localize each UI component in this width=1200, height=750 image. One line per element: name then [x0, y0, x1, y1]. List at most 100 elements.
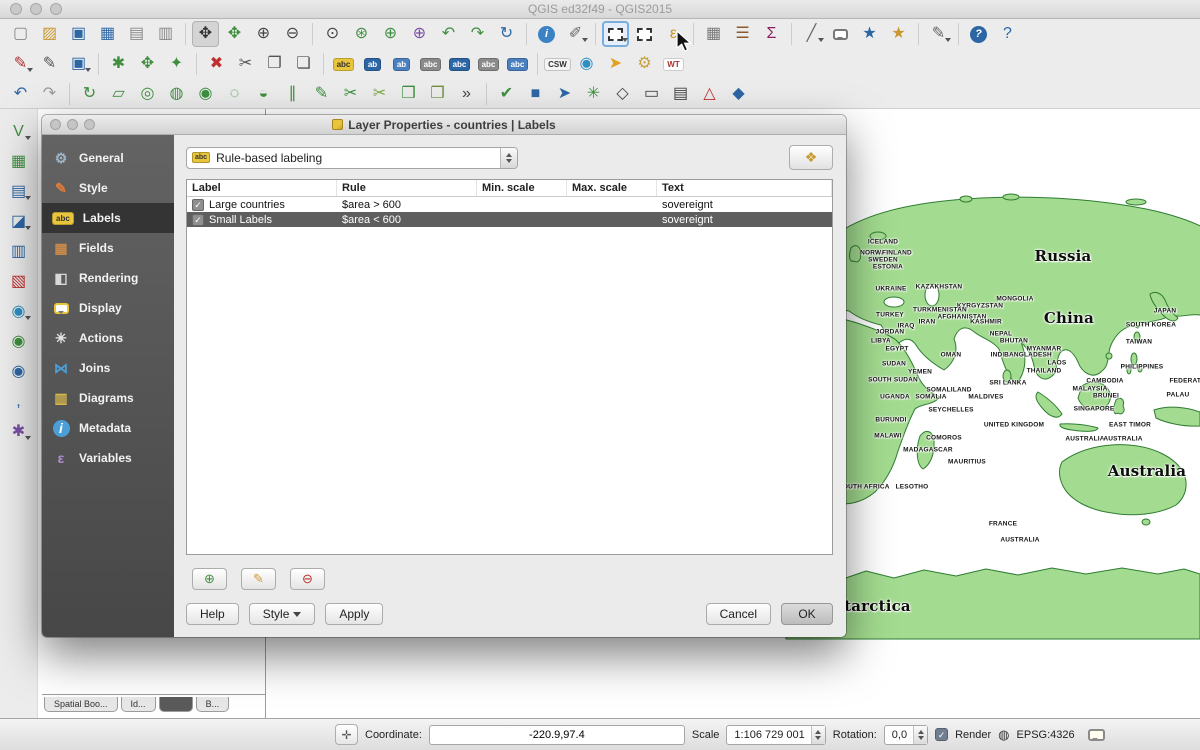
- add-vector-layer[interactable]: V: [5, 119, 32, 145]
- column-header[interactable]: Text: [657, 180, 832, 196]
- panel-tab-b[interactable]: B...: [196, 697, 230, 712]
- reshape-features[interactable]: ✎: [308, 81, 335, 107]
- zoom-full[interactable]: ⊛: [348, 21, 375, 47]
- close-button[interactable]: [10, 3, 22, 15]
- show-hide-labels[interactable]: ab: [388, 51, 415, 77]
- zoom-actual[interactable]: ⊙: [319, 21, 346, 47]
- field-calculator[interactable]: ☰: [729, 21, 756, 47]
- open-attribute-table[interactable]: ▦: [700, 21, 727, 47]
- offset-curve[interactable]: ∥: [279, 81, 306, 107]
- delete-ring[interactable]: ◌: [221, 81, 248, 107]
- ok-button[interactable]: OK: [781, 603, 833, 625]
- properties-tab-style[interactable]: ✎Style: [42, 173, 174, 203]
- apply-button[interactable]: Apply: [325, 603, 383, 625]
- properties-tab-rendering[interactable]: ◧Rendering: [42, 263, 174, 293]
- dialog-titlebar[interactable]: Layer Properties - countries | Labels: [42, 115, 846, 135]
- georeferencer[interactable]: ✳: [580, 81, 607, 107]
- undo[interactable]: ↶: [7, 81, 34, 107]
- split-parts[interactable]: ✂: [366, 81, 393, 107]
- rule-row[interactable]: ✓Small Labels$area < 600sovereignt: [187, 212, 832, 227]
- add-rule-button[interactable]: ⊕: [192, 568, 227, 590]
- dialog-close-button[interactable]: [50, 119, 61, 130]
- add-wfs-layer[interactable]: ◉: [5, 359, 32, 385]
- rectangle-lines-tool[interactable]: ▤: [667, 81, 694, 107]
- add-feature[interactable]: ✱: [105, 51, 132, 77]
- fill-ring[interactable]: ◉: [192, 81, 219, 107]
- rectangle-tool[interactable]: ▭: [638, 81, 665, 107]
- rotation-spinbox[interactable]: 0,0: [884, 725, 928, 745]
- minimize-button[interactable]: [30, 3, 42, 15]
- extent-toggle-button[interactable]: ✛: [335, 724, 358, 745]
- dialog-zoom-button[interactable]: [84, 119, 95, 130]
- new-print-composer[interactable]: ▤: [123, 21, 150, 47]
- paste-features[interactable]: ❏: [290, 51, 317, 77]
- zoom-button[interactable]: [50, 3, 62, 15]
- help-button[interactable]: Help: [186, 603, 239, 625]
- toolbar-overflow[interactable]: »: [453, 81, 480, 107]
- render-checkbox[interactable]: ✓: [935, 728, 948, 741]
- delete-selected[interactable]: ✖: [203, 51, 230, 77]
- properties-tab-variables[interactable]: εVariables: [42, 443, 174, 473]
- current-edits[interactable]: ✎: [7, 51, 34, 77]
- panel-tab-id[interactable]: Id...: [121, 697, 156, 712]
- add-postgis-layer[interactable]: ▤: [5, 179, 32, 205]
- topology-checker[interactable]: △: [696, 81, 723, 107]
- pin-labels[interactable]: ab: [359, 51, 386, 77]
- add-wcs-layer[interactable]: ◉: [5, 329, 32, 355]
- scale-combo[interactable]: 1:106 729 001: [726, 725, 825, 745]
- coordinate-input[interactable]: [429, 725, 685, 745]
- panel-tab-collapsed[interactable]: [159, 697, 193, 712]
- messages-icon[interactable]: [1088, 729, 1105, 741]
- select-features[interactable]: [602, 21, 629, 47]
- move-feature[interactable]: ✥: [134, 51, 161, 77]
- label-properties[interactable]: abc: [504, 51, 531, 77]
- rotate-feature[interactable]: ↻: [76, 81, 103, 107]
- identify-features[interactable]: i: [533, 21, 560, 47]
- new-shapefile-layer[interactable]: ✱: [5, 419, 32, 445]
- cancel-button[interactable]: Cancel: [706, 603, 771, 625]
- copy-features[interactable]: ❐: [261, 51, 288, 77]
- properties-tab-diagrams[interactable]: ▥Diagrams: [42, 383, 174, 413]
- save-project[interactable]: ▣: [65, 21, 92, 47]
- rule-checkbox[interactable]: ✓: [192, 214, 204, 226]
- panel-tab-spatialboo[interactable]: Spatial Boo...: [44, 697, 118, 712]
- show-bookmarks[interactable]: ★: [885, 21, 912, 47]
- add-spatialite-layer[interactable]: ◪: [5, 209, 32, 235]
- remove-rule-button[interactable]: ⊖: [290, 568, 325, 590]
- window-titlebar[interactable]: QGIS ed32f49 - QGIS2015: [0, 0, 1200, 19]
- zoom-to-layer[interactable]: ⊕: [406, 21, 433, 47]
- new-project[interactable]: ▢: [7, 21, 34, 47]
- style-menu-button[interactable]: Style: [249, 603, 316, 625]
- measure-line[interactable]: ╱: [798, 21, 825, 47]
- properties-tab-general[interactable]: ⚙General: [42, 143, 174, 173]
- labeling-mode-select[interactable]: abc Rule-based labeling: [186, 147, 518, 169]
- dialog-minimize-button[interactable]: [67, 119, 78, 130]
- add-part[interactable]: ◍: [163, 81, 190, 107]
- map-tips[interactable]: [827, 21, 854, 47]
- add-delimited-text-layer[interactable]: ,: [5, 389, 32, 415]
- column-header[interactable]: Max. scale: [567, 180, 657, 196]
- merge-features[interactable]: ❒: [395, 81, 422, 107]
- pan-to-selection[interactable]: ✥: [221, 21, 248, 47]
- properties-tab-display[interactable]: Display: [42, 293, 174, 323]
- edit-rule-button[interactable]: ✎: [241, 568, 276, 590]
- scale-spinner-icon[interactable]: [811, 726, 825, 744]
- column-header[interactable]: Rule: [337, 180, 477, 196]
- check-geometries[interactable]: ✔: [493, 81, 520, 107]
- add-oracle-layer[interactable]: ▧: [5, 269, 32, 295]
- metasearch[interactable]: ◉: [573, 51, 600, 77]
- coordinate-capture[interactable]: ➤: [551, 81, 578, 107]
- refresh-map[interactable]: ↻: [493, 21, 520, 47]
- cut-features[interactable]: ✂: [232, 51, 259, 77]
- geometry-tool[interactable]: ◇: [609, 81, 636, 107]
- column-header[interactable]: Min. scale: [477, 180, 567, 196]
- add-wms-layer[interactable]: ◉: [5, 299, 32, 325]
- merge-attributes[interactable]: ❒: [424, 81, 451, 107]
- highlight-labels[interactable]: abc: [330, 51, 357, 77]
- delete-part[interactable]: ◒: [250, 81, 277, 107]
- processing-toolbox[interactable]: ⚙: [631, 51, 658, 77]
- move-label[interactable]: abc: [417, 51, 444, 77]
- rotate-label[interactable]: abc: [446, 51, 473, 77]
- properties-tab-fields[interactable]: ▦Fields: [42, 233, 174, 263]
- statistical-summary[interactable]: Σ: [758, 21, 785, 47]
